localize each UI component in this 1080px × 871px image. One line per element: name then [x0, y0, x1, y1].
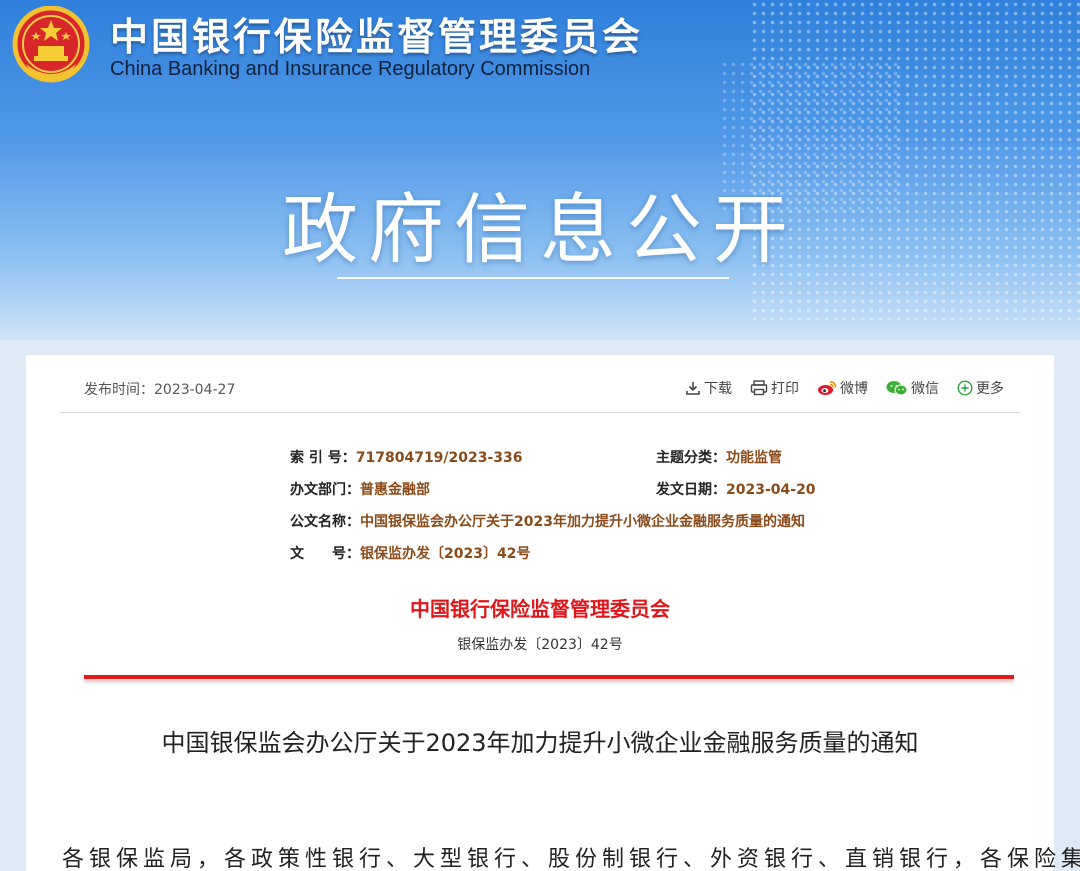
- org-name-chinese: 中国银行保险监督管理委员会: [110, 15, 644, 59]
- info-value: 功能监管: [726, 450, 782, 466]
- weibo-label: 微博: [840, 381, 868, 397]
- publish-time-value: 2023-04-27: [154, 382, 236, 398]
- share-toolbar: 下载 打印 微博 微信 更多: [685, 378, 1004, 398]
- info-row-document-number: 文 号：银保监办发〔2023〕42号: [290, 543, 530, 563]
- info-label: 文 号：: [290, 546, 360, 562]
- print-label: 打印: [771, 381, 799, 397]
- info-value: 普惠金融部: [360, 482, 430, 498]
- print-button[interactable]: 打印: [750, 378, 799, 398]
- info-value: 2023-04-20: [726, 482, 816, 498]
- red-header-divider: [84, 675, 1014, 679]
- org-name-english: China Banking and Insurance Regulatory C…: [110, 58, 591, 80]
- info-label: 发文日期：: [656, 482, 726, 498]
- info-label: 索 引 号：: [290, 450, 356, 466]
- national-emblem-icon: [12, 6, 90, 83]
- wechat-icon: [886, 381, 908, 396]
- issuing-organization: 中国银行保险监督管理委员会: [410, 597, 670, 621]
- more-label: 更多: [976, 381, 1004, 397]
- download-icon: [686, 382, 700, 395]
- info-row-department: 办文部门：普惠金融部: [290, 479, 430, 499]
- document-number: 银保监办发〔2023〕42号: [457, 637, 623, 653]
- info-row-index: 索 引 号：717804719/2023-336: [290, 447, 523, 467]
- info-label: 办文部门：: [290, 482, 360, 498]
- share-weibo-button[interactable]: 微博: [817, 378, 868, 398]
- info-value: 银保监办发〔2023〕42号: [360, 546, 531, 562]
- info-label: 公文名称：: [290, 514, 360, 530]
- header-banner: 中国银行保险监督管理委员会 China Banking and Insuranc…: [0, 0, 1080, 340]
- plus-circle-icon: [957, 380, 973, 396]
- section-title: 政府信息公开: [282, 185, 798, 274]
- weibo-icon: [818, 381, 837, 395]
- info-row-topic: 主题分类：功能监管: [656, 447, 782, 467]
- more-share-button[interactable]: 更多: [957, 378, 1004, 398]
- info-label: 主题分类：: [656, 450, 726, 466]
- printer-icon: [750, 380, 768, 396]
- document-body-text: 各银保监局，各政策性银行、大型银行、股份制银行、外资银行、直销银行，各保险集团: [62, 847, 1080, 871]
- banner-title-underline: [337, 277, 729, 279]
- download-label: 下载: [704, 381, 732, 397]
- info-value: 中国银保监会办公厅关于2023年加力提升小微企业金融服务质量的通知: [360, 514, 805, 530]
- wechat-label: 微信: [911, 381, 939, 397]
- document-title: 中国银保监会办公厅关于2023年加力提升小微企业金融服务质量的通知: [161, 729, 919, 757]
- info-row-document-name: 公文名称：中国银保监会办公厅关于2023年加力提升小微企业金融服务质量的通知: [290, 511, 805, 531]
- content-card: 发布时间：2023-04-27 下载 打印 微博 微信 更多 索 引 号：717…: [26, 355, 1080, 871]
- share-wechat-button[interactable]: 微信: [886, 378, 939, 398]
- info-row-issue-date: 发文日期：2023-04-20: [656, 479, 816, 499]
- download-button[interactable]: 下载: [685, 378, 732, 398]
- publish-time-label: 发布时间：: [84, 382, 154, 398]
- info-value: 717804719/2023-336: [355, 450, 523, 466]
- publish-time: 发布时间：2023-04-27: [84, 379, 235, 399]
